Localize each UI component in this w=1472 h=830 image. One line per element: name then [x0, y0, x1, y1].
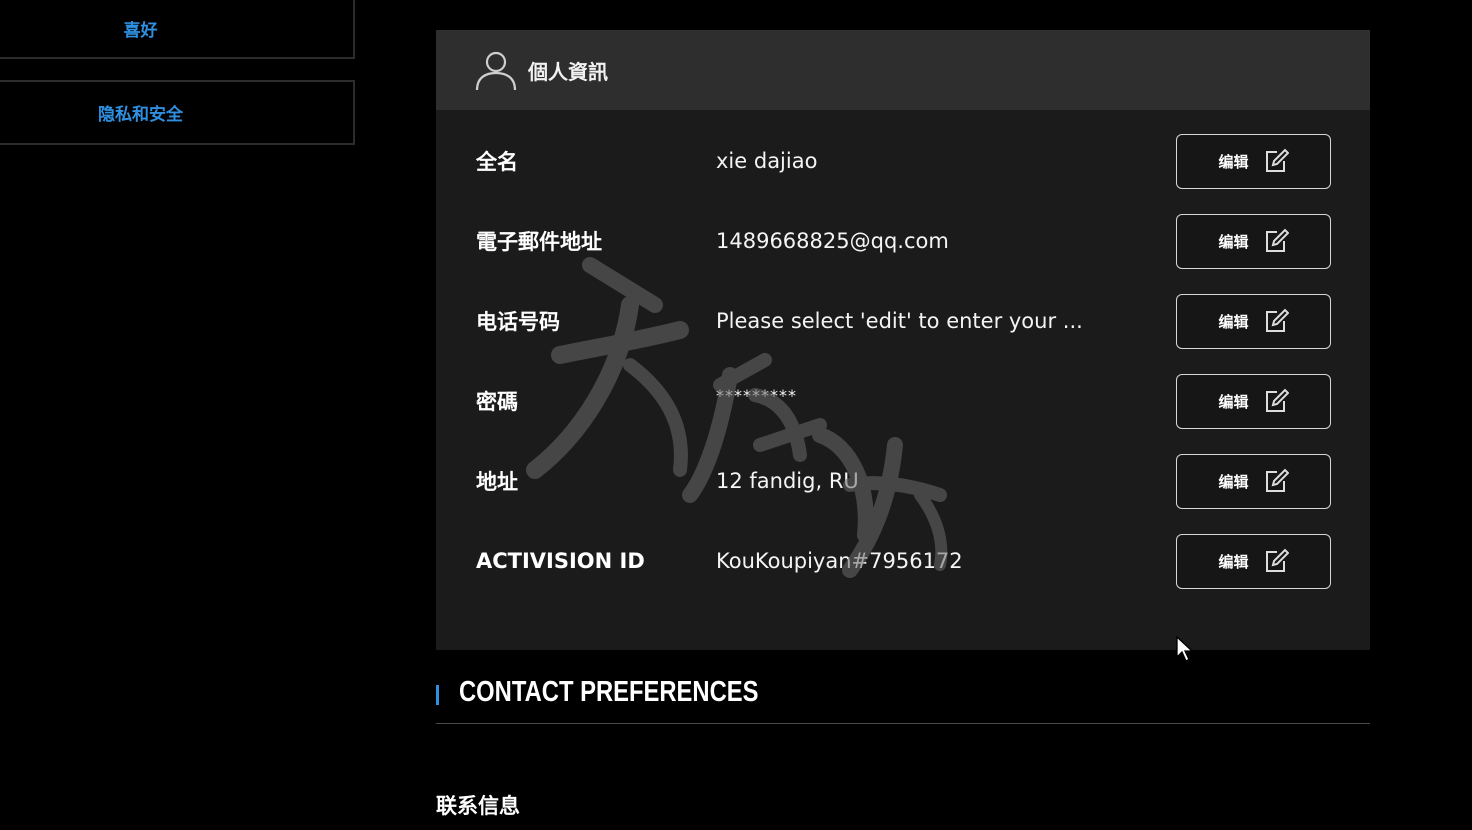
sidebar-item-label: 喜好 [123, 21, 158, 41]
edit-button-label: 编辑 [1218, 232, 1249, 251]
contact-preferences-title: CONTACT PREFERENCES [459, 676, 759, 708]
edit-icon [1265, 228, 1289, 252]
edit-icon [1265, 388, 1289, 412]
row-value: 12 fandig, RU [716, 469, 859, 493]
info-row-phone: 电话号码 Please select 'edit' to enter your … [436, 293, 1370, 349]
personal-info-card: 個人資訊 全名 xie dajiao 编辑 電子郵件地址 1489668825@… [436, 30, 1370, 650]
row-label: 電子郵件地址 [476, 230, 602, 254]
section-accent-bar [436, 685, 439, 705]
info-row-address: 地址 12 fandig, RU 编辑 [436, 453, 1370, 509]
edit-button-label: 编辑 [1218, 312, 1249, 331]
edit-icon [1265, 308, 1289, 332]
row-label: 密碼 [476, 390, 518, 414]
sidebar-item-preferences[interactable]: 喜好 [0, 0, 355, 59]
user-icon [475, 51, 517, 91]
row-label: 全名 [476, 150, 518, 174]
mouse-cursor-icon [1176, 636, 1194, 662]
edit-button-label: 编辑 [1218, 472, 1249, 491]
edit-icon [1265, 148, 1289, 172]
edit-button-label: 编辑 [1218, 552, 1249, 571]
edit-activision-id-button[interactable]: 编辑 [1176, 533, 1331, 589]
row-value: ********* [716, 385, 797, 405]
edit-icon [1265, 548, 1289, 572]
row-value: xie dajiao [716, 149, 818, 173]
account-settings-page: 喜好 隐私和安全 個人資訊 全名 xie dajiao 编辑 電子郵件地址 14… [0, 0, 1472, 830]
info-row-email: 電子郵件地址 1489668825@qq.com 编辑 [436, 213, 1370, 269]
edit-button-label: 编辑 [1218, 152, 1249, 171]
edit-phone-button[interactable]: 编辑 [1176, 293, 1331, 349]
row-value: Please select 'edit' to enter your ... [716, 309, 1083, 333]
row-label: 电话号码 [476, 310, 560, 334]
info-row-password: 密碼 ********* 编辑 [436, 373, 1370, 429]
personal-info-header: 個人資訊 [436, 30, 1370, 110]
row-value: KouKoupiyan#7956172 [716, 549, 963, 573]
info-row-activision-id: ACTIVISION ID KouKoupiyan#7956172 编辑 [436, 533, 1370, 589]
sidebar-item-label: 隐私和安全 [98, 105, 183, 125]
edit-password-button[interactable]: 编辑 [1176, 373, 1331, 429]
edit-email-button[interactable]: 编辑 [1176, 213, 1331, 269]
row-value: 1489668825@qq.com [716, 229, 949, 253]
personal-info-title: 個人資訊 [528, 59, 608, 84]
row-label: ACTIVISION ID [476, 549, 645, 573]
edit-icon [1265, 468, 1289, 492]
contact-info-heading: 联系信息 [436, 794, 520, 818]
edit-button-label: 编辑 [1218, 392, 1249, 411]
sidebar-item-privacy-security[interactable]: 隐私和安全 [0, 80, 355, 145]
edit-address-button[interactable]: 编辑 [1176, 453, 1331, 509]
row-label: 地址 [476, 470, 518, 494]
info-row-full-name: 全名 xie dajiao 编辑 [436, 133, 1370, 189]
edit-full-name-button[interactable]: 编辑 [1176, 133, 1331, 189]
contact-preferences-section: CONTACT PREFERENCES [436, 676, 1370, 724]
